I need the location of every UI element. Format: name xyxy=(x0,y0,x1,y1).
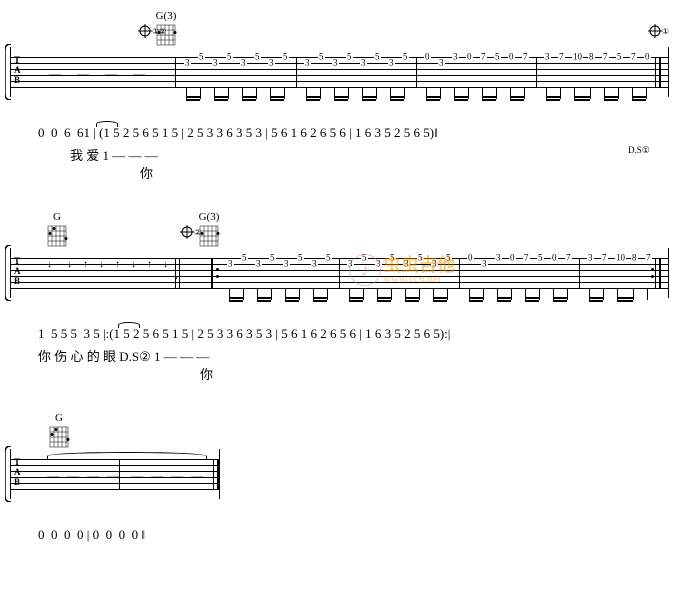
fret-number: 10 xyxy=(615,254,626,263)
rest: — xyxy=(105,67,117,82)
fret-number: 5 xyxy=(374,53,381,62)
fret-number: 3 xyxy=(587,254,594,263)
fret-number: 5 xyxy=(269,254,276,263)
chord-g: G xyxy=(48,412,70,449)
fret-number: 10 xyxy=(572,53,583,62)
rest: — xyxy=(67,469,79,484)
rest: — xyxy=(49,67,61,82)
tab-system-1: ①② G(3) ① TAB — — — — 353535353535353503… xyxy=(10,10,669,181)
fret-number: 7 xyxy=(565,254,572,263)
fret-number: 3 xyxy=(255,260,262,269)
lyrics: 你 xyxy=(10,163,669,181)
strum-arrow: ↓ xyxy=(163,260,168,270)
fret-number: 5 xyxy=(318,53,325,62)
tab-staff: TAB — — — — 3535353535353535033075073710… xyxy=(10,47,669,97)
numeric-notation: 1 5 5 5 3 5 |:(1 5 2 5 6 5 1 5 | 2 5 3 3… xyxy=(10,326,669,346)
fret-number: 5 xyxy=(537,254,544,263)
rest: — xyxy=(151,469,163,484)
fret-number: 3 xyxy=(227,260,234,269)
fret-number: 0 xyxy=(644,53,651,62)
lyrics: 我 爱 1 — — — D.S① xyxy=(10,145,669,163)
rest: — xyxy=(131,469,143,484)
fret-number: 3 xyxy=(268,59,275,68)
numeric-notation: 0 0 6 61 | (1 5 2 5 6 5 1 5 | 2 5 3 3 6 … xyxy=(10,125,669,145)
rest: — xyxy=(47,469,59,484)
fret-number: 3 xyxy=(184,59,191,68)
fret-number: 7 xyxy=(480,53,487,62)
rest: — xyxy=(191,469,203,484)
fret-number: 0 xyxy=(509,254,516,263)
rest: — xyxy=(87,469,99,484)
fret-number: 3 xyxy=(388,59,395,68)
strum-arrow: ↓ xyxy=(99,260,104,270)
chord-g3: G(3) xyxy=(155,10,177,47)
fret-number: 3 xyxy=(481,260,488,269)
fret-number: 7 xyxy=(630,53,637,62)
fret-number: 8 xyxy=(588,53,595,62)
fret-number: 3 xyxy=(495,254,502,263)
fret-number: 7 xyxy=(601,254,608,263)
fret-number: 5 xyxy=(226,53,233,62)
strum-arrow: ↑ xyxy=(115,260,120,270)
fret-number: 5 xyxy=(241,254,248,263)
fret-number: 5 xyxy=(494,53,501,62)
lyrics: 你 伤 心 的 眼 D.S② 1 — — — xyxy=(10,346,669,364)
fret-number: 5 xyxy=(325,254,332,263)
fret-number: 3 xyxy=(212,59,219,68)
tab-staff: TAB — — — — — — — — xyxy=(10,449,220,499)
rest: — xyxy=(107,469,119,484)
fret-number: 0 xyxy=(508,53,515,62)
fret-number: 5 xyxy=(198,53,205,62)
fret-number: 3 xyxy=(304,59,311,68)
fret-number: 3 xyxy=(311,260,318,269)
fret-number: 5 xyxy=(346,53,353,62)
numeric-notation: 0 0 0 0 | 0 0 0 0 ‖ xyxy=(10,527,230,547)
chord-row: G ② G(3) xyxy=(10,211,669,246)
watermark: ♪ 虫虫吉他www.ccjt.net xyxy=(349,254,455,286)
strum-arrow: ↑ xyxy=(147,260,152,270)
fret-number: 0 xyxy=(424,53,431,62)
coda-marker: ① xyxy=(648,24,669,38)
fret-number: 3 xyxy=(438,59,445,68)
tab-staff: TAB · ↓↓↑↓↑↓↑↓ 3535353535353535033075073… xyxy=(10,248,669,298)
fret-number: 5 xyxy=(282,53,289,62)
fret-number: 5 xyxy=(616,53,623,62)
fret-number: 3 xyxy=(240,59,247,68)
rest: — xyxy=(133,67,145,82)
fret-number: 5 xyxy=(402,53,409,62)
fret-number: 0 xyxy=(466,53,473,62)
fret-number: 7 xyxy=(522,53,529,62)
fret-number: 7 xyxy=(645,254,652,263)
fret-number: 3 xyxy=(283,260,290,269)
fret-number: 8 xyxy=(631,254,638,263)
watermark-icon: ♪ xyxy=(349,254,381,286)
fret-number: 3 xyxy=(544,53,551,62)
rest: — xyxy=(171,469,183,484)
lyrics: 你 xyxy=(10,364,669,382)
strum-arrow: ↓ xyxy=(131,260,136,270)
fret-number: 5 xyxy=(254,53,261,62)
fret-number: 7 xyxy=(558,53,565,62)
fret-number: 7 xyxy=(523,254,530,263)
strum-arrow: ↑ xyxy=(83,260,88,270)
strum-arrow: ↓ xyxy=(67,260,72,270)
strum-arrow: ↓ xyxy=(47,260,52,270)
fret-number: 5 xyxy=(297,254,304,263)
fret-number: 0 xyxy=(551,254,558,263)
fret-number: 3 xyxy=(360,59,367,68)
chord-g: G xyxy=(46,211,68,248)
tab-system-2: G ② G(3) TAB · ↓↓↑↓↑↓↑↓ 3535353535353535… xyxy=(10,211,669,382)
fret-number: 0 xyxy=(467,254,474,263)
rest: — xyxy=(77,67,89,82)
fret-number: 3 xyxy=(452,53,459,62)
chord-row: G xyxy=(10,412,230,447)
chord-row: ①② G(3) ① xyxy=(10,10,669,45)
fret-number: 3 xyxy=(332,59,339,68)
chord-g3: G(3) xyxy=(198,211,220,248)
tab-system-3: G TAB — — — — — — — — 0 0 0 0 | 0 0 0 0 … xyxy=(10,412,230,547)
fret-number: 7 xyxy=(602,53,609,62)
